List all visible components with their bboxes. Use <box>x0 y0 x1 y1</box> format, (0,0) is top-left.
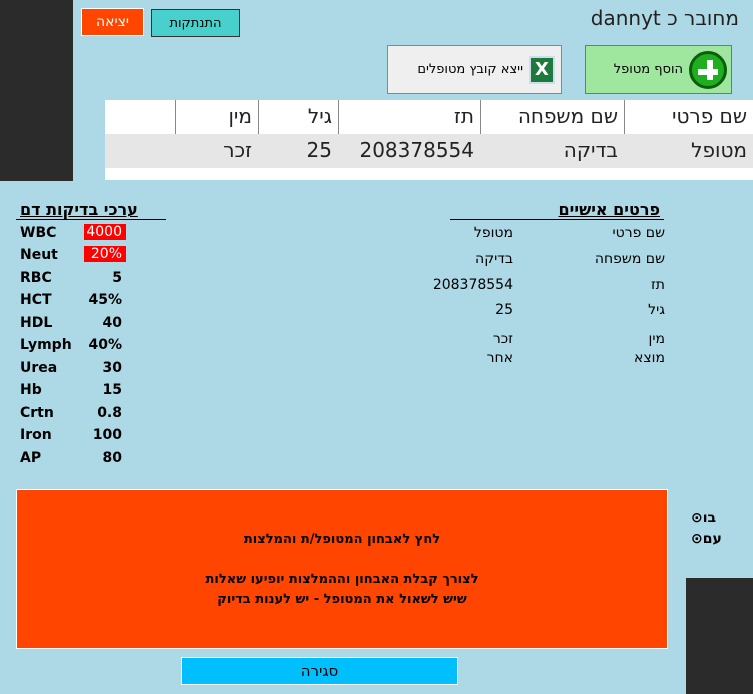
blood-title-underline <box>16 219 166 220</box>
blood-name-rbc: RBC <box>20 270 52 286</box>
cell-first-name: מטופל <box>691 138 747 162</box>
personal-value-gender: זכר <box>492 331 513 347</box>
blood-value-lymph: 40% <box>88 337 122 353</box>
personal-label-origin: מוצא <box>634 350 665 366</box>
background-desktop <box>686 578 753 694</box>
col-header-age[interactable]: גיל <box>258 100 338 134</box>
diagnosis-line-3: שיש לשאול את המטופל - יש לענות בדיוק <box>217 592 467 607</box>
blood-name-hct: HCT <box>20 292 52 308</box>
close-button[interactable]: סגירה <box>181 657 458 685</box>
radio-option-1[interactable]: ⊙בו <box>691 510 716 526</box>
blood-name-ap: AP <box>20 450 42 466</box>
add-patient-label: הוסף מטופל <box>613 62 683 77</box>
cell-age: 25 <box>306 138 332 162</box>
blood-name-wbc: WBC <box>20 225 57 241</box>
table-row[interactable]: מטופל בדיקה 208378554 25 זכר <box>105 134 753 168</box>
blood-name-hb: Hb <box>20 382 42 398</box>
export-patients-button[interactable]: ייצא קובץ מטופלים X <box>387 45 562 94</box>
blood-tests-title: ערכי בדיקות דם <box>20 200 138 219</box>
personal-label-first-name: שם פרטי <box>612 225 665 241</box>
blood-value-ap: 80 <box>102 450 122 466</box>
table-header-row: שם פרטי שם משפחה תז גיל מין <box>105 100 753 134</box>
personal-value-age: 25 <box>495 302 513 318</box>
blood-name-urea: Urea <box>20 360 58 376</box>
blood-name-crtn: Crtn <box>20 405 54 421</box>
patients-table: שם פרטי שם משפחה תז גיל מין מטופל בדיקה … <box>105 100 753 180</box>
cell-gender: זכר <box>223 138 252 162</box>
personal-value-last-name: בדיקה <box>475 251 513 267</box>
personal-label-gender: מין <box>648 331 665 347</box>
diagnosis-button[interactable]: לחץ לאבחון המטופל/ת והמלצות לצורך קבלת ה… <box>16 489 668 649</box>
diagnosis-line-1: לחץ לאבחון המטופל/ת והמלצות <box>243 532 441 547</box>
personal-value-first-name: מטופל <box>473 225 513 241</box>
blood-value-crtn: 0.8 <box>97 405 122 421</box>
col-header-first-name[interactable]: שם פרטי <box>624 100 753 134</box>
blood-value-hdl: 40 <box>102 315 122 331</box>
personal-label-last-name: שם משפחה <box>594 251 665 267</box>
plus-circle-icon <box>689 50 727 89</box>
blood-value-rbc: 5 <box>112 270 122 286</box>
blood-name-hdl: HDL <box>20 315 53 331</box>
blood-value-wbc: 4000 <box>84 224 126 240</box>
radio-option-2[interactable]: ⊙עם <box>691 531 722 547</box>
blood-value-hct: 45% <box>88 292 122 308</box>
add-patient-button[interactable]: הוסף מטופל <box>585 45 732 94</box>
blood-value-urea: 30 <box>102 360 122 376</box>
diagnosis-line-2: לצורך קבלת האבחון וההמלצות יופיעו שאלות <box>205 572 479 587</box>
exit-button[interactable]: יציאה <box>81 8 144 36</box>
blood-name-iron: Iron <box>20 427 52 443</box>
col-header-gender[interactable]: מין <box>175 100 258 134</box>
export-label: ייצא קובץ מטופלים <box>417 62 523 77</box>
blood-value-hb: 15 <box>102 382 122 398</box>
connected-user-label: מחובר כ dannyt <box>590 6 739 30</box>
personal-details-title: פרטים אישיים <box>558 200 661 219</box>
blood-name-lymph: Lymph <box>20 337 72 353</box>
personal-value-id: 208378554 <box>432 277 513 293</box>
personal-value-origin: אחר <box>486 350 513 366</box>
blood-name-neut: Neut <box>20 247 58 263</box>
col-header-id[interactable]: תז <box>338 100 480 134</box>
personal-label-id: תז <box>650 277 665 293</box>
logout-button[interactable]: התנתקות <box>151 9 240 37</box>
cell-id: 208378554 <box>359 138 474 162</box>
blood-value-neut: 20% <box>84 246 126 262</box>
cell-last-name: בדיקה <box>563 138 618 162</box>
excel-icon: X <box>529 55 555 84</box>
personal-label-age: גיל <box>648 302 665 318</box>
personal-title-underline <box>450 219 664 220</box>
blood-value-iron: 100 <box>92 427 122 443</box>
col-header-last-name[interactable]: שם משפחה <box>480 100 624 134</box>
